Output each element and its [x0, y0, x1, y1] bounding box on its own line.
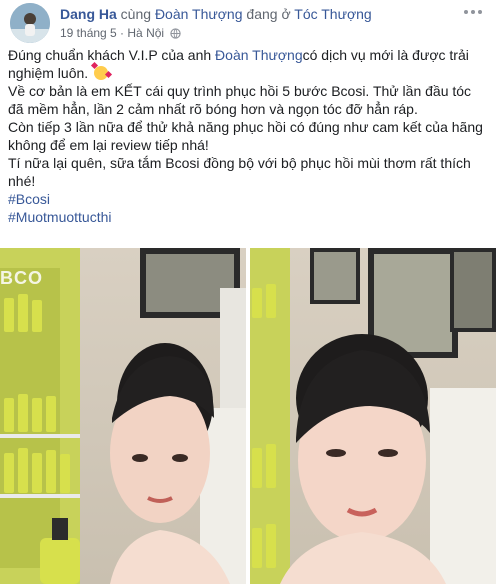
- post-meta: 19 tháng 5 · Hà Nội: [60, 25, 182, 43]
- with-text: cùng: [116, 6, 155, 22]
- mention-link[interactable]: Đoàn Thượng: [215, 47, 303, 63]
- photo-left[interactable]: BCO: [0, 248, 246, 584]
- line1-prefix: Đúng chuẩn khách V.I.P của anh: [8, 47, 216, 63]
- photo-right[interactable]: [250, 248, 496, 584]
- post-date[interactable]: 19 tháng 5: [60, 26, 117, 40]
- post-paragraph-3: Còn tiếp 3 lần nữa để thử khả năng phục …: [8, 119, 483, 153]
- post-place[interactable]: Hà Nội: [127, 26, 164, 40]
- hashtag-link[interactable]: #Muotmuottucthi: [8, 208, 490, 226]
- post-header: Dang Ha cùng Đoàn Thượng đang ở Tóc Thượ…: [0, 0, 496, 44]
- post-text: Đúng chuẩn khách V.I.P của anh Đoàn Thượ…: [8, 46, 490, 226]
- avatar[interactable]: [10, 3, 50, 43]
- photo-grid: BCO: [0, 248, 496, 584]
- author-name[interactable]: Dang Ha: [60, 6, 117, 22]
- more-options-icon[interactable]: [464, 8, 482, 16]
- brand-label: BCO: [0, 268, 43, 288]
- globe-icon: [170, 27, 182, 43]
- post-paragraph-4: Tí nữa lại quên, sữa tắm Bcosi đồng bộ v…: [8, 155, 471, 189]
- meta-separator: ·: [116, 26, 128, 40]
- tagged-page-link[interactable]: Đoàn Thượng: [155, 6, 243, 22]
- author-line: Dang Ha cùng Đoàn Thượng đang ở Tóc Thượ…: [60, 5, 372, 23]
- smiling-face-with-hearts-icon: [94, 66, 109, 80]
- location-link[interactable]: Tóc Thượng: [294, 6, 371, 22]
- post-paragraph-1: Đúng chuẩn khách V.I.P của anh Đoàn Thượ…: [8, 46, 490, 82]
- at-text: đang ở: [242, 6, 295, 22]
- post-paragraph-2: Về cơ bản là em KẾT cái quy trình phục h…: [8, 83, 472, 117]
- hashtag-link[interactable]: #Bcosi: [8, 190, 490, 208]
